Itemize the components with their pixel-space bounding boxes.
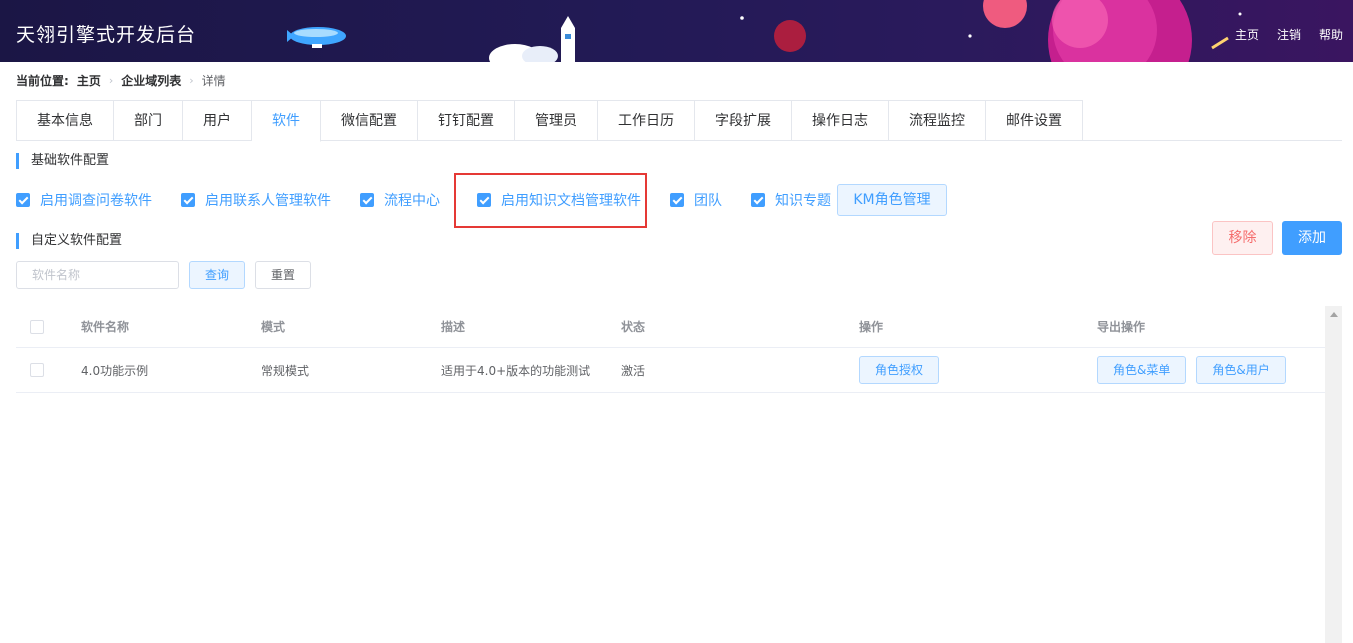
- cell-description: 适用于4.0+版本的功能测试: [441, 363, 591, 378]
- column-header-status: 状态: [621, 320, 646, 334]
- breadcrumb-chevron-icon: ›: [108, 74, 114, 87]
- nav-home-link[interactable]: 主页: [1235, 26, 1259, 43]
- tab-bar: 基本信息 部门 用户 软件 微信配置 钉钉配置 管理员 工作日历 字段扩展 操作…: [16, 100, 1083, 142]
- reset-button[interactable]: 重置: [255, 261, 311, 289]
- checkbox-process-center[interactable]: 流程中心: [360, 190, 440, 210]
- query-button[interactable]: 查询: [189, 261, 245, 289]
- breadcrumb-item-domain-list[interactable]: 企业域列表: [121, 72, 181, 89]
- checkbox-label: 启用联系人管理软件: [205, 193, 331, 209]
- tab-work-calendar[interactable]: 工作日历: [598, 101, 695, 141]
- column-header-mode: 模式: [261, 320, 286, 334]
- row-checkbox[interactable]: [30, 363, 44, 377]
- checkbox-checked-icon: [360, 193, 374, 207]
- basic-software-section-title: 基础软件配置: [16, 153, 109, 169]
- software-table: 软件名称 模式 描述 状态 操作 导出操作 4.0功能示例 常规模式 适用于4.…: [16, 306, 1325, 393]
- tab-operation-log[interactable]: 操作日志: [792, 101, 889, 141]
- tab-dingtalk-config[interactable]: 钉钉配置: [418, 101, 515, 141]
- column-header-description: 描述: [441, 320, 466, 334]
- cell-mode: 常规模式: [261, 363, 310, 378]
- tab-departments[interactable]: 部门: [114, 101, 183, 141]
- tab-users[interactable]: 用户: [183, 101, 252, 141]
- software-name-search-input[interactable]: [16, 261, 179, 289]
- checkbox-checked-icon: [477, 193, 491, 207]
- tab-software[interactable]: 软件: [252, 101, 321, 142]
- export-role-menu-button[interactable]: 角色&菜单: [1097, 356, 1187, 384]
- column-header-export-actions: 导出操作: [1097, 320, 1146, 334]
- column-header-actions: 操作: [859, 320, 884, 334]
- column-header-name: 软件名称: [81, 320, 130, 334]
- basic-software-checkboxes: 启用调查问卷软件 启用联系人管理软件 流程中心 启用知识文档管理软件 团队 知识…: [16, 184, 831, 216]
- checkbox-knowledge-doc-software[interactable]: 启用知识文档管理软件: [477, 190, 641, 210]
- checkbox-label: 知识专题: [775, 193, 831, 209]
- export-role-user-button[interactable]: 角色&用户: [1196, 356, 1286, 384]
- select-all-cell: [30, 306, 44, 347]
- scroll-up-arrow-icon[interactable]: [1330, 312, 1338, 317]
- checkbox-checked-icon: [751, 193, 765, 207]
- nav-logout-link[interactable]: 注销: [1277, 26, 1301, 43]
- tab-field-extension[interactable]: 字段扩展: [695, 101, 792, 141]
- tab-wechat-config[interactable]: 微信配置: [321, 101, 418, 141]
- tab-process-monitor[interactable]: 流程监控: [889, 101, 986, 141]
- tab-mail-settings[interactable]: 邮件设置: [986, 101, 1082, 141]
- nav-help-link[interactable]: 帮助: [1319, 26, 1343, 43]
- checkbox-survey-software[interactable]: 启用调查问卷软件: [16, 190, 152, 210]
- cell-name: 4.0功能示例: [81, 363, 149, 378]
- km-role-management-button[interactable]: KM角色管理: [837, 184, 947, 216]
- header-illustration-icon: [287, 0, 1242, 62]
- checkbox-label: 流程中心: [384, 193, 440, 209]
- row-select-cell: [30, 348, 44, 392]
- cell-export-actions: 角色&菜单 角色&用户: [1097, 348, 1286, 392]
- breadcrumb-chevron-icon: ›: [189, 74, 194, 87]
- breadcrumb-label: 当前位置:: [16, 74, 69, 88]
- table-row: 4.0功能示例 常规模式 适用于4.0+版本的功能测试 激活 角色授权 角色&菜…: [16, 348, 1325, 393]
- breadcrumb-item-detail: 详情: [201, 74, 226, 88]
- breadcrumb-item-home[interactable]: 主页: [77, 72, 101, 89]
- checkbox-contacts-software[interactable]: 启用联系人管理软件: [181, 190, 331, 210]
- tab-basic-info[interactable]: 基本信息: [17, 101, 114, 141]
- top-header: 天翎引擎式开发后台 主页 注销 帮助: [0, 0, 1353, 62]
- checkbox-checked-icon: [670, 193, 684, 207]
- header-nav: 主页 注销 帮助: [1235, 26, 1343, 43]
- checkbox-checked-icon: [181, 193, 195, 207]
- add-button[interactable]: 添加: [1282, 221, 1342, 255]
- cell-status: 激活: [621, 363, 646, 378]
- tab-admins[interactable]: 管理员: [515, 101, 598, 141]
- checkbox-label: 团队: [694, 193, 722, 209]
- select-all-checkbox[interactable]: [30, 319, 44, 334]
- custom-software-section-title: 自定义软件配置: [16, 233, 122, 249]
- checkbox-team[interactable]: 团队: [670, 190, 722, 210]
- table-header: 软件名称 模式 描述 状态 操作 导出操作: [16, 306, 1325, 348]
- checkbox-label: 启用调查问卷软件: [40, 193, 152, 209]
- role-authorize-button[interactable]: 角色授权: [859, 356, 940, 384]
- remove-button[interactable]: 移除: [1212, 221, 1273, 255]
- breadcrumb: 当前位置: 主页 › 企业域列表 › 详情: [16, 72, 226, 89]
- table-scrollbar[interactable]: [1325, 306, 1342, 643]
- checkbox-label: 启用知识文档管理软件: [501, 193, 641, 209]
- cell-actions: 角色授权: [859, 348, 940, 392]
- checkbox-checked-icon: [16, 193, 30, 207]
- checkbox-knowledge-topic[interactable]: 知识专题: [751, 190, 831, 210]
